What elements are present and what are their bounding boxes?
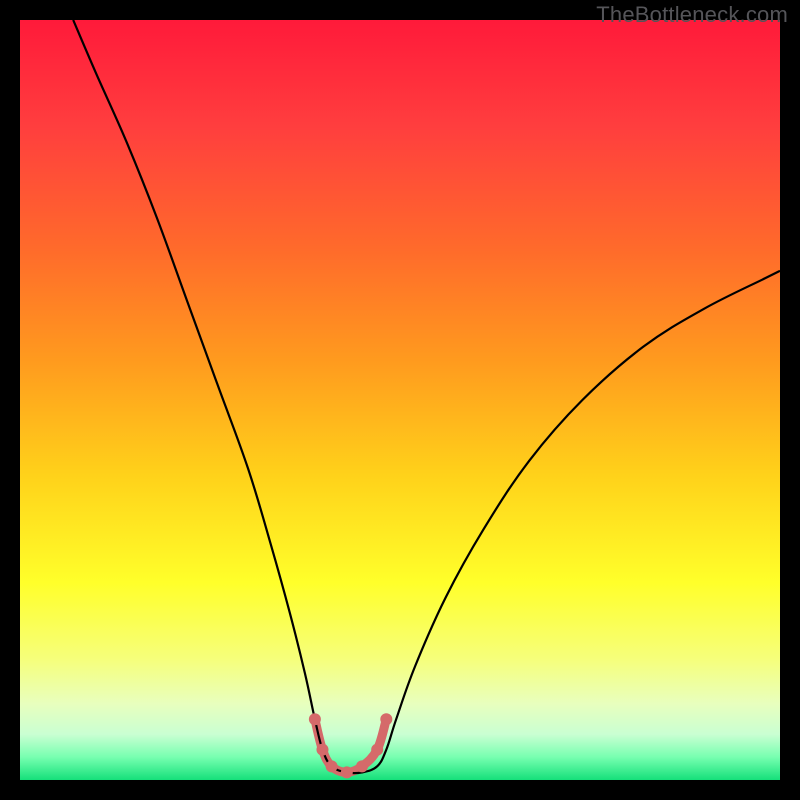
marker-point	[380, 713, 392, 725]
marker-point	[309, 713, 321, 725]
plot-area	[20, 20, 780, 780]
marker-point	[356, 760, 368, 772]
chart-svg	[20, 20, 780, 780]
marker-point	[341, 766, 353, 778]
gradient-background	[20, 20, 780, 780]
marker-point	[316, 744, 328, 756]
watermark-text: TheBottleneck.com	[596, 2, 788, 28]
chart-frame: TheBottleneck.com	[0, 0, 800, 800]
marker-point	[326, 760, 338, 772]
marker-point	[371, 744, 383, 756]
